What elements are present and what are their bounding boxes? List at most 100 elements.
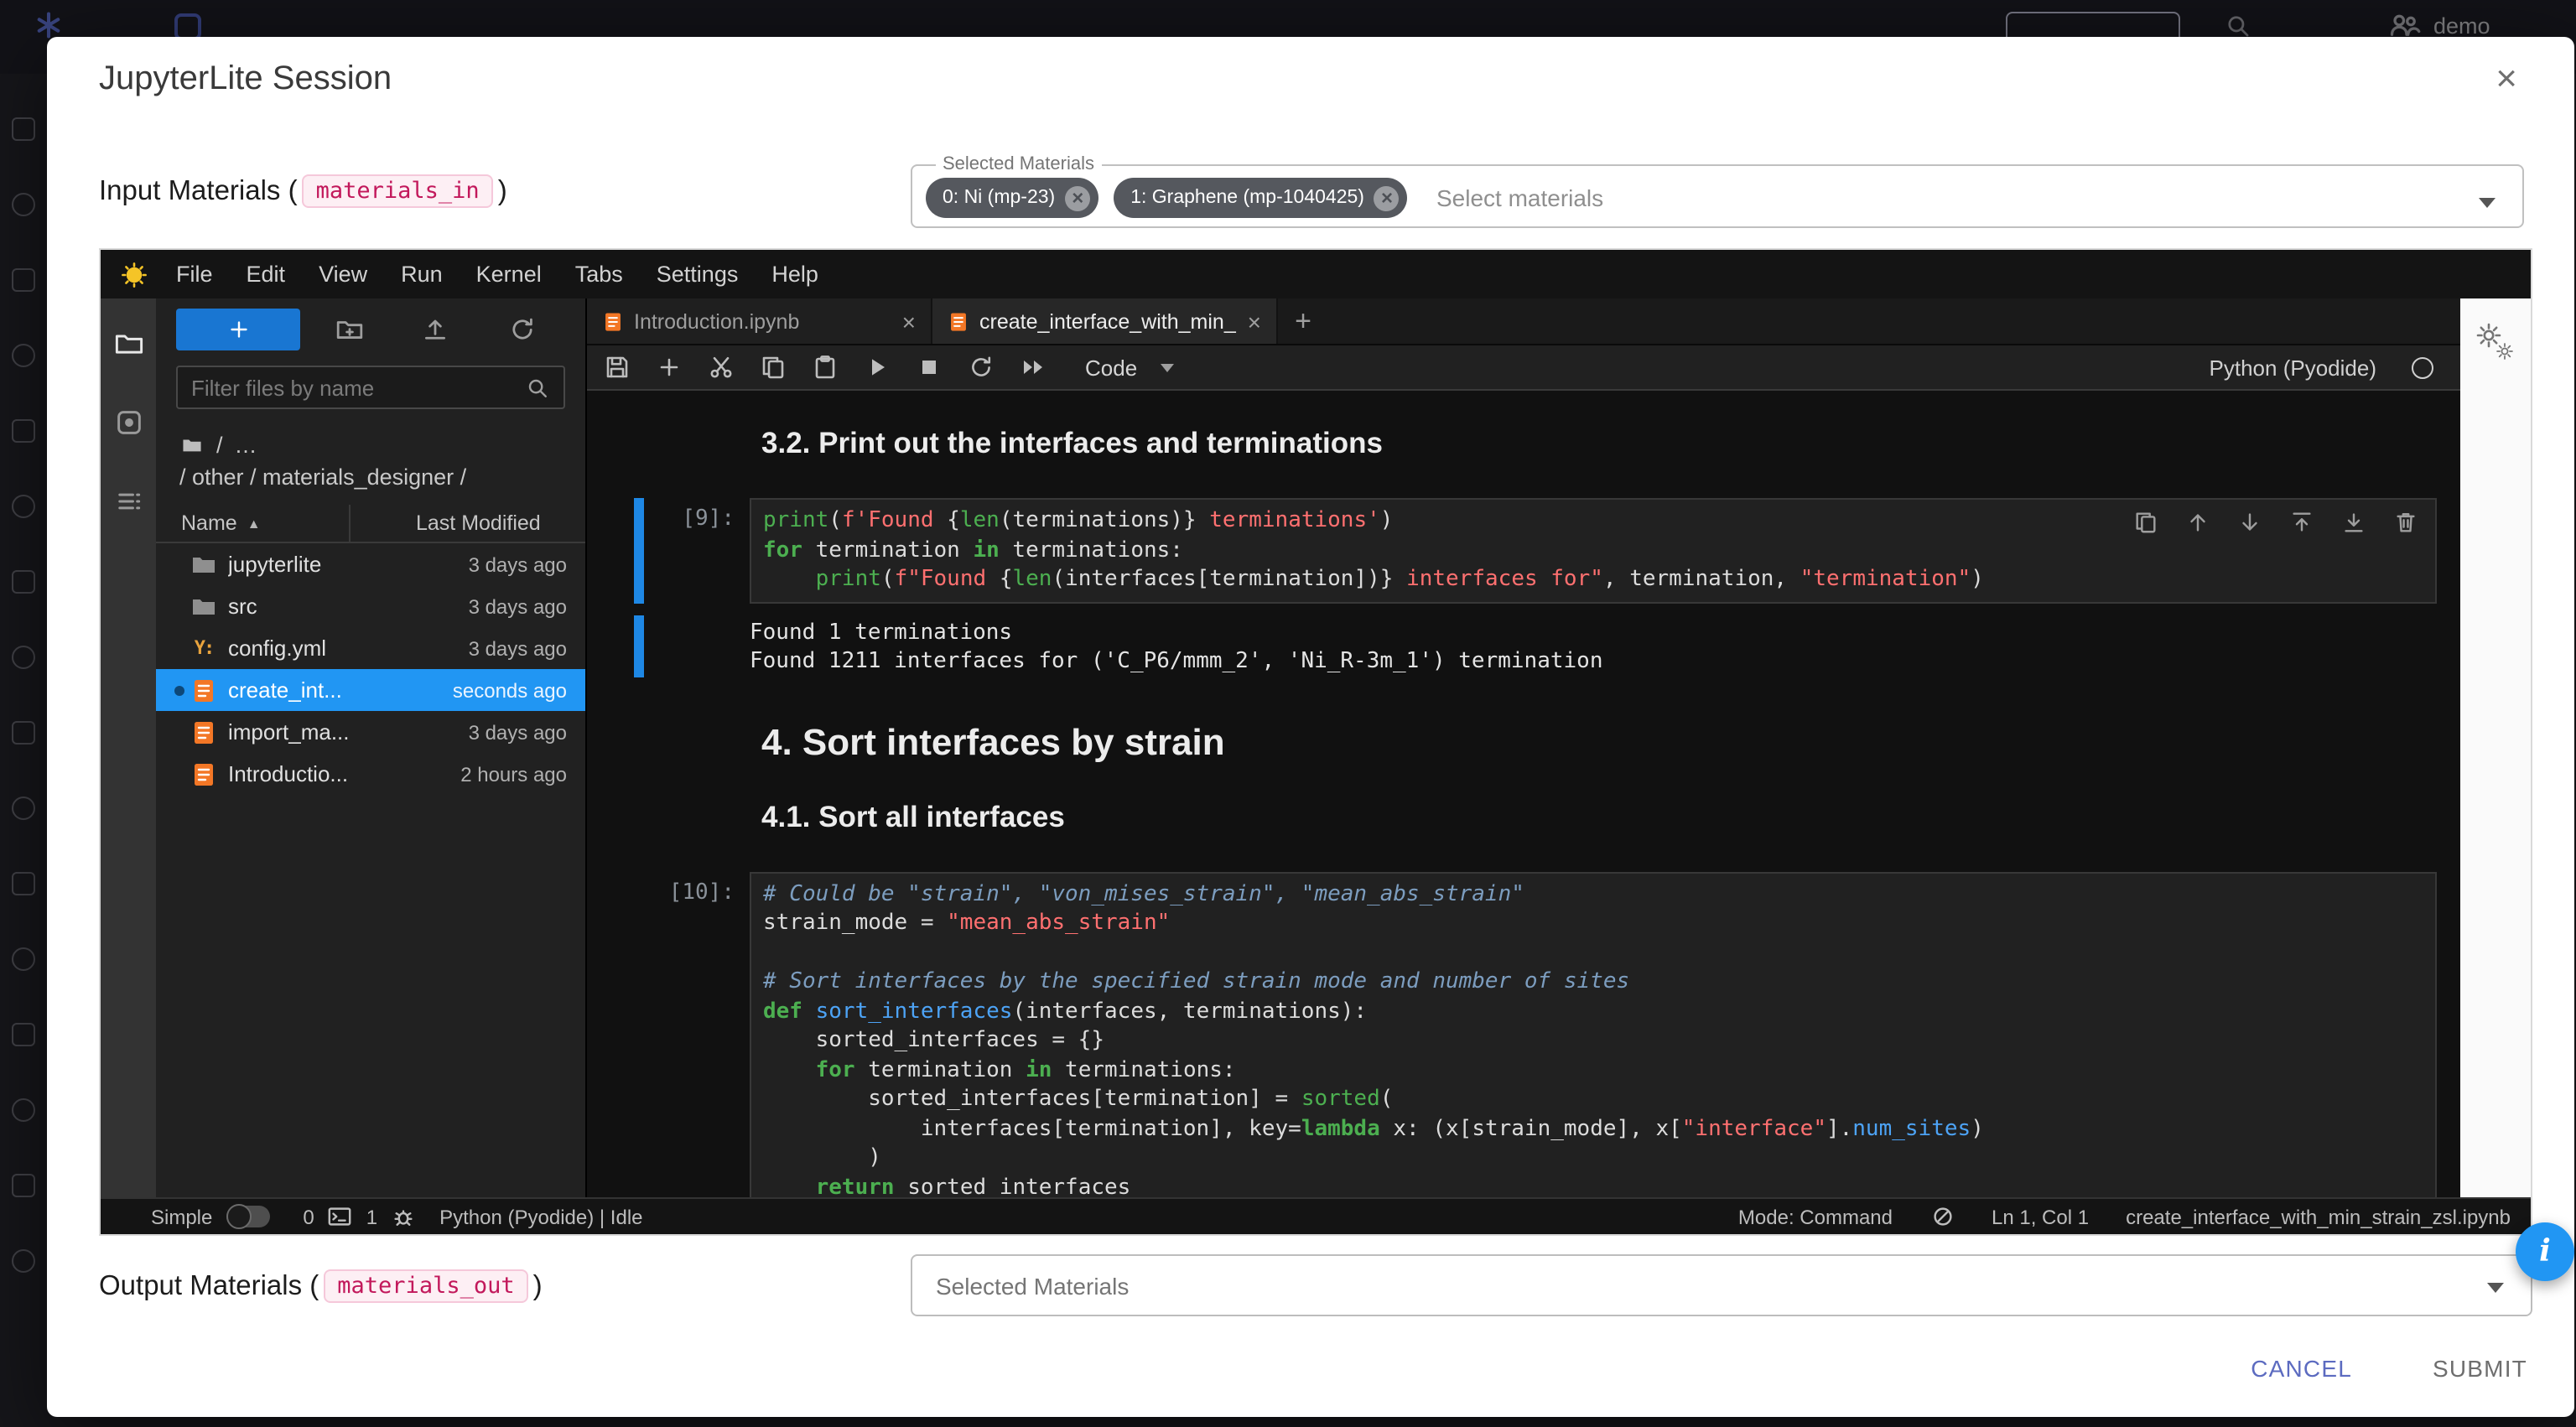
breadcrumb-root[interactable]: / bbox=[216, 429, 223, 461]
input-materials-label-suffix: ) bbox=[498, 175, 507, 207]
cell-toolbar bbox=[2133, 510, 2418, 535]
file-row[interactable]: jupyterlite3 days ago bbox=[156, 543, 585, 585]
kernel-idle-indicator-icon[interactable] bbox=[2412, 356, 2433, 378]
menu-kernel[interactable]: Kernel bbox=[460, 250, 558, 298]
insert-cell-above-icon[interactable] bbox=[2289, 510, 2314, 535]
file-browser-toolbar bbox=[156, 298, 585, 361]
material-chip-label: 1: Graphene (mp-1040425) bbox=[1130, 188, 1364, 208]
file-name: create_int... bbox=[228, 677, 453, 703]
file-row[interactable]: import_ma...3 days ago bbox=[156, 711, 585, 753]
cut-cell-icon[interactable] bbox=[708, 354, 735, 381]
move-cell-up-icon[interactable] bbox=[2185, 510, 2210, 535]
menu-run[interactable]: Run bbox=[384, 250, 460, 298]
file-modified: seconds ago bbox=[453, 678, 567, 702]
chip-delete-icon[interactable]: × bbox=[1065, 185, 1090, 210]
execution-count: [10]: bbox=[669, 880, 735, 905]
file-row[interactable]: create_int...seconds ago bbox=[156, 669, 585, 711]
notebook-tab[interactable]: create_interface_with_min_ × bbox=[932, 298, 1278, 344]
terminal-icon[interactable] bbox=[328, 1204, 353, 1229]
cancel-button[interactable]: CANCEL bbox=[2251, 1355, 2352, 1382]
chevron-down-icon[interactable] bbox=[2487, 1282, 2504, 1292]
column-header-name[interactable]: Name ▲ bbox=[156, 505, 351, 542]
selected-materials-legend: Selected Materials bbox=[936, 154, 1101, 174]
new-launcher-button[interactable] bbox=[176, 309, 300, 350]
table-of-contents-icon[interactable] bbox=[113, 486, 143, 516]
settings-gears-icon[interactable] bbox=[2475, 322, 2516, 362]
jupyterlab-frame: FileEditViewRunKernelTabsSettingsHelp bbox=[99, 248, 2532, 1236]
file-modified: 3 days ago bbox=[469, 553, 567, 576]
kernel-name-label[interactable]: Python (Pyodide) bbox=[2210, 355, 2376, 380]
folder-icon bbox=[190, 593, 218, 620]
markdown-heading: 3.2. Print out the interfaces and termin… bbox=[761, 424, 2460, 461]
copy-cell-icon[interactable] bbox=[760, 354, 787, 381]
code-cell[interactable]: [9]: print(f'Found {len(terminations)} te… bbox=[587, 498, 2437, 603]
save-icon[interactable] bbox=[604, 354, 631, 381]
cell-collapser[interactable] bbox=[634, 498, 644, 603]
menu-settings[interactable]: Settings bbox=[640, 250, 756, 298]
tab-label: create_interface_with_min_ bbox=[979, 309, 1238, 333]
cell-editor[interactable]: print(f'Found {len(terminations)} termin… bbox=[750, 498, 2437, 603]
run-cell-icon[interactable] bbox=[864, 354, 891, 381]
refresh-icon[interactable] bbox=[508, 315, 537, 344]
simple-mode-toggle[interactable] bbox=[226, 1206, 269, 1227]
file-modified: 3 days ago bbox=[469, 594, 567, 618]
column-header-modified[interactable]: Last Modified bbox=[351, 511, 541, 535]
paste-cell-icon[interactable] bbox=[812, 354, 839, 381]
stop-kernel-icon[interactable] bbox=[916, 354, 943, 381]
delete-cell-icon[interactable] bbox=[2393, 510, 2418, 535]
upload-icon[interactable] bbox=[422, 315, 450, 344]
insert-cell-below-icon[interactable] bbox=[2341, 510, 2366, 535]
filter-files-input[interactable] bbox=[191, 375, 525, 400]
new-folder-icon[interactable] bbox=[335, 315, 364, 344]
file-name: import_ma... bbox=[228, 719, 469, 745]
restart-kernel-icon[interactable] bbox=[968, 354, 995, 381]
notebook-tab[interactable]: Introduction.ipynb× bbox=[587, 298, 932, 344]
output-collapser[interactable] bbox=[634, 615, 644, 677]
chevron-down-icon[interactable] bbox=[2479, 197, 2496, 207]
restart-run-all-icon[interactable] bbox=[1020, 354, 1046, 381]
bug-icon[interactable] bbox=[391, 1204, 416, 1229]
menu-file[interactable]: File bbox=[159, 250, 230, 298]
kernels-count[interactable]: 1 bbox=[366, 1205, 377, 1228]
file-row[interactable]: Introductio...2 hours ago bbox=[156, 753, 585, 795]
running-sessions-icon[interactable] bbox=[113, 407, 143, 438]
submit-button[interactable]: SUBMIT bbox=[2433, 1355, 2527, 1382]
cell-gutter: [10]: bbox=[587, 871, 750, 1197]
breadcrumb-path[interactable]: / other / materials_designer / bbox=[179, 461, 562, 493]
breadcrumb-ellipsis[interactable]: … bbox=[235, 429, 257, 461]
cell-editor[interactable]: # Could be "strain", "von_mises_strain",… bbox=[750, 871, 2437, 1197]
insert-cell-icon[interactable] bbox=[656, 354, 683, 381]
folder-icon[interactable] bbox=[179, 434, 205, 456]
file-row[interactable]: src3 days ago bbox=[156, 585, 585, 627]
selected-materials-select[interactable]: Selected Materials 0: Ni (mp-23)× 1: Grap… bbox=[911, 154, 2524, 228]
cell-type-dropdown[interactable]: Code bbox=[1085, 355, 1174, 380]
add-tab-button[interactable]: + bbox=[1278, 298, 1328, 344]
folder-icon bbox=[190, 551, 218, 578]
terminals-count[interactable]: 0 bbox=[303, 1205, 314, 1228]
menu-view[interactable]: View bbox=[302, 250, 384, 298]
move-cell-down-icon[interactable] bbox=[2237, 510, 2262, 535]
duplicate-cell-icon[interactable] bbox=[2133, 510, 2158, 535]
close-tab-icon[interactable]: × bbox=[1248, 308, 1261, 335]
yaml-icon: Y: bbox=[190, 635, 218, 662]
filter-files-box[interactable] bbox=[176, 366, 565, 409]
file-row[interactable]: Y:config.yml3 days ago bbox=[156, 627, 585, 669]
material-chip[interactable]: 0: Ni (mp-23)× bbox=[926, 178, 1098, 218]
close-tab-icon[interactable]: × bbox=[902, 308, 916, 335]
chip-delete-icon[interactable]: × bbox=[1374, 185, 1400, 210]
notebook-content[interactable]: 3.2. Print out the interfaces and termin… bbox=[587, 391, 2460, 1197]
execution-count: [9]: bbox=[682, 506, 735, 532]
menu-edit[interactable]: Edit bbox=[230, 250, 303, 298]
code-cell[interactable]: [10]: # Could be "strain", "von_mises_str… bbox=[587, 871, 2437, 1197]
close-dialog-icon[interactable]: × bbox=[2496, 60, 2517, 97]
kernel-status-label[interactable]: Python (Pyodide) | Idle bbox=[439, 1205, 642, 1228]
menu-help[interactable]: Help bbox=[755, 250, 835, 298]
markdown-heading: 4. Sort interfaces by strain bbox=[761, 720, 2460, 764]
cursor-position[interactable]: Ln 1, Col 1 bbox=[1992, 1205, 2089, 1228]
mode-indicator[interactable]: Mode: Command bbox=[1738, 1205, 1893, 1228]
output-materials-select[interactable]: Selected Materials bbox=[911, 1254, 2532, 1316]
info-button[interactable]: i bbox=[2516, 1222, 2574, 1281]
material-chip[interactable]: 1: Graphene (mp-1040425) × bbox=[1114, 178, 1408, 218]
menu-tabs[interactable]: Tabs bbox=[558, 250, 640, 298]
file-browser-tab-icon[interactable] bbox=[113, 329, 143, 359]
